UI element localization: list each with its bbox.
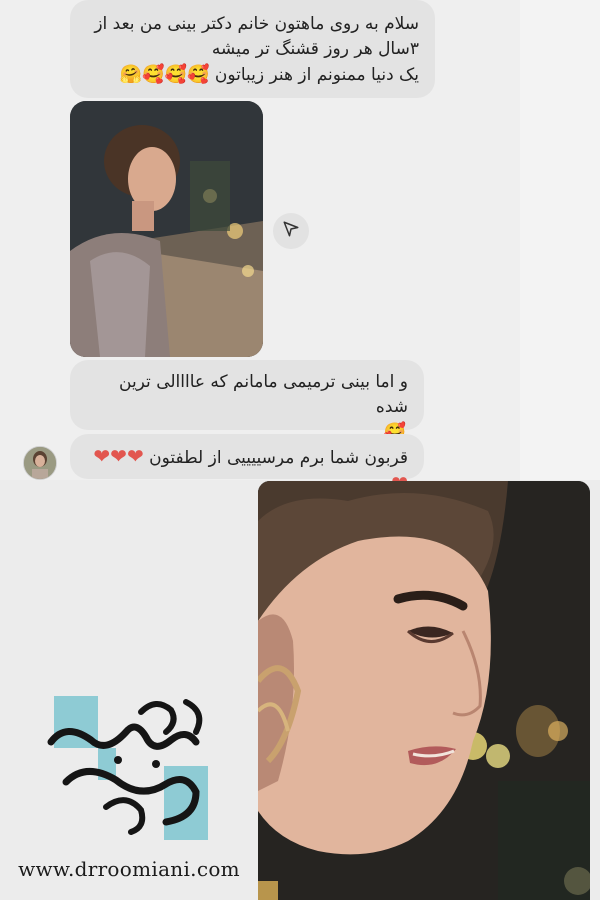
avatar[interactable] xyxy=(23,446,57,480)
calligraphy-logo-icon xyxy=(47,696,208,840)
message-line: و اما بینی ترمیمی مامانم که عاااالی ترین… xyxy=(119,372,408,417)
closeup-photo xyxy=(258,481,590,900)
avatar-icon xyxy=(24,447,56,479)
message-bubble-1[interactable]: سلام به روی ماهتون خانم دکتر بینی من بعد… xyxy=(70,0,435,98)
send-arrow-icon xyxy=(282,220,300,242)
photo-woman-profile xyxy=(70,101,263,357)
message-bubble-3[interactable]: قربون شما برم مرسییییی از لطفتون ❤❤❤❤ xyxy=(70,434,424,495)
message-line: یک دنیا ممنونم از هنر زیباتون xyxy=(214,65,419,85)
shared-photo[interactable] xyxy=(70,101,263,357)
share-button[interactable] xyxy=(273,213,309,249)
message-text: قربون شما برم مرسییییی از لطفتون xyxy=(149,448,408,468)
emoji-group: 🥰🥰🥰🤗 xyxy=(119,64,210,85)
message-bubble-2[interactable]: و اما بینی ترمیمی مامانم که عاااالی ترین… xyxy=(70,360,424,443)
message-line-with-emoji: یک دنیا ممنونم از هنر زیباتون 🥰🥰🥰🤗 xyxy=(86,62,419,88)
message-line: سلام به روی ماهتون خانم دکتر بینی من بعد… xyxy=(94,14,419,34)
message-line: ۳سال هر روز قشنگ تر میشه xyxy=(211,39,419,59)
brand-logo xyxy=(46,692,216,842)
photo-face-closeup xyxy=(258,481,590,900)
chat-panel-edge xyxy=(520,0,600,480)
website-url[interactable]: www.drroomiani.com xyxy=(0,857,258,881)
